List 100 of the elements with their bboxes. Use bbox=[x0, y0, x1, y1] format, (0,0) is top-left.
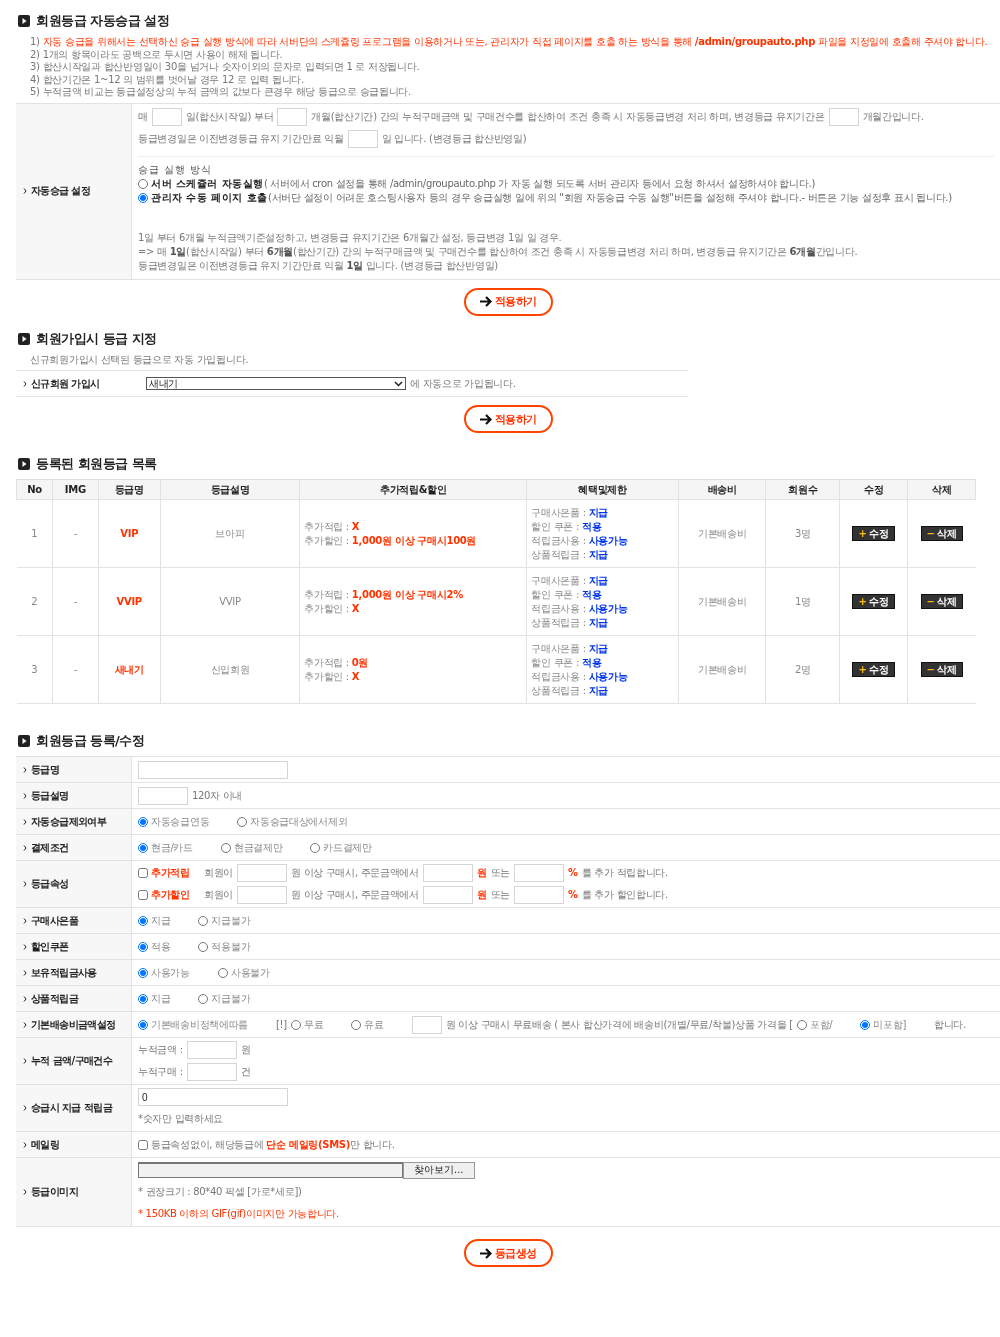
extra-text: 추가적립 : 1,000원 이상 구매시2% bbox=[304, 587, 464, 602]
benefit-text: 할인 쿠폰 : 적용 bbox=[531, 587, 603, 602]
radio-button[interactable] bbox=[138, 192, 148, 203]
option-label: 지급불가 bbox=[211, 992, 251, 1004]
input-field[interactable] bbox=[236, 886, 287, 904]
chevron-icon bbox=[23, 943, 27, 950]
radio-button[interactable] bbox=[138, 993, 148, 1004]
create-grade-button[interactable]: 등급생성 bbox=[463, 1239, 553, 1267]
option-label: 지급불가 bbox=[211, 914, 251, 926]
input-field[interactable] bbox=[138, 786, 188, 805]
form-text: 합니다. bbox=[934, 1018, 967, 1030]
edit-button[interactable]: + 수정 bbox=[852, 594, 895, 609]
input-field[interactable] bbox=[138, 760, 288, 779]
table-cell: 신입회원 bbox=[160, 635, 300, 704]
grade-name: VIP bbox=[98, 499, 161, 568]
field-label: 등급속성 bbox=[31, 877, 69, 891]
chevron-icon bbox=[23, 818, 27, 825]
example-text: => 매 1일(합산시작일) 부터 6개월(합산기간) 간의 누적구매금액 및 구매건수를 합산하여 조건 충족 시 자동등급변경 처리 하며, 변경등급 유지기간은 6개월간입니다. bbox=[138, 244, 859, 259]
radio-button[interactable] bbox=[237, 816, 248, 827]
radio-button[interactable] bbox=[138, 1019, 148, 1030]
radio-button[interactable] bbox=[220, 842, 231, 853]
edit-button[interactable]: + 수정 bbox=[852, 662, 895, 677]
apply-button[interactable]: 적용하기 bbox=[463, 287, 553, 316]
edit-button[interactable]: + 수정 bbox=[852, 526, 895, 541]
field-label: 구매사은품 bbox=[31, 913, 78, 928]
input-field[interactable] bbox=[186, 1063, 237, 1081]
option-note: ( 서버에서 cron 설정을 통해 /admin/groupauto.php 가 자동 실행 되도록 서버 관리자 등에서 요청 하셔서 설정하셔야 합니다.) bbox=[263, 177, 815, 189]
input-field[interactable] bbox=[513, 864, 564, 882]
option-label: 서버 스케쥴러 자동실행 bbox=[151, 177, 264, 189]
caret-icon bbox=[394, 380, 403, 387]
section-title: 등록된 회원등급 목록 bbox=[36, 455, 157, 473]
column-header: 추가적립&할인 bbox=[299, 479, 527, 500]
input-field[interactable] bbox=[347, 129, 378, 148]
chevron-icon bbox=[23, 792, 27, 799]
option-label: 적용 bbox=[151, 940, 171, 952]
input-field[interactable] bbox=[513, 886, 564, 904]
delete-button[interactable]: − 삭제 bbox=[920, 662, 963, 677]
grade-name: VVIP bbox=[98, 567, 161, 636]
radio-button[interactable] bbox=[138, 915, 148, 926]
input-field[interactable] bbox=[277, 107, 308, 126]
description-text: 신규회원가입시 선택된 등급으로 자동 가입됩니다. bbox=[30, 353, 249, 365]
section-icon bbox=[18, 458, 30, 470]
column-header: 등급설명 bbox=[160, 479, 300, 500]
radio-button[interactable] bbox=[198, 941, 209, 952]
checkbox[interactable] bbox=[138, 1139, 148, 1150]
table-cell: 3 bbox=[16, 635, 53, 704]
chevron-icon bbox=[23, 1105, 27, 1111]
radio-button[interactable] bbox=[138, 941, 148, 952]
form-text: 원 bbox=[240, 1044, 251, 1055]
section-title: 회원등급 자동승급 설정 bbox=[36, 12, 170, 30]
browse-button[interactable]: 찾아보기... bbox=[403, 1161, 475, 1179]
radio-button[interactable] bbox=[310, 842, 321, 853]
input-field[interactable]: 0 bbox=[138, 1088, 288, 1106]
option-label: 지급 bbox=[151, 992, 171, 1004]
form-text: 개월간입니다. bbox=[862, 110, 924, 122]
radio-button[interactable] bbox=[860, 1019, 871, 1030]
field-label: 보유적립금사용 bbox=[31, 965, 97, 980]
table-cell: 기본배송비 bbox=[678, 567, 766, 636]
table-cell: 3명 bbox=[765, 499, 840, 568]
radio-button[interactable] bbox=[138, 178, 148, 189]
column-header: 등급명 bbox=[98, 479, 161, 500]
arrow-icon bbox=[479, 1247, 493, 1259]
input-field[interactable] bbox=[828, 107, 859, 126]
radio-button[interactable] bbox=[198, 915, 209, 926]
input-field[interactable] bbox=[236, 864, 287, 882]
column-header: 수정 bbox=[839, 479, 908, 500]
option-label: 무료 bbox=[303, 1018, 324, 1030]
file-path-field[interactable] bbox=[138, 1162, 403, 1178]
input-field[interactable] bbox=[186, 1041, 237, 1059]
radio-button[interactable] bbox=[351, 1019, 362, 1030]
field-label: 승급시 지급 적립금 bbox=[31, 1101, 112, 1115]
input-field[interactable] bbox=[411, 1015, 442, 1034]
option-label: 포함/ bbox=[809, 1018, 833, 1030]
field-label: 자동승급 설정 bbox=[31, 184, 91, 198]
benefit-text: 상품적립금 : 지급 bbox=[531, 615, 610, 630]
form-text: * 권장크기 : 80*40 픽셀 [가로*세로]) bbox=[138, 1186, 302, 1197]
radio-button[interactable] bbox=[796, 1019, 807, 1030]
delete-button[interactable]: − 삭제 bbox=[920, 594, 963, 609]
input-field[interactable] bbox=[422, 886, 473, 904]
column-header: IMG bbox=[52, 479, 99, 500]
radio-button[interactable] bbox=[290, 1019, 301, 1030]
grade-dropdown[interactable]: 새내기 bbox=[146, 377, 406, 390]
radio-button[interactable] bbox=[138, 842, 148, 853]
section-title: 회원가입시 등급 지정 bbox=[36, 329, 157, 348]
section-icon bbox=[18, 735, 30, 747]
radio-button[interactable] bbox=[138, 967, 148, 978]
radio-button[interactable] bbox=[198, 993, 209, 1004]
input-field[interactable] bbox=[422, 864, 473, 882]
chevron-icon bbox=[23, 969, 27, 976]
table-cell: 1 bbox=[16, 499, 53, 568]
apply-button[interactable]: 적용하기 bbox=[463, 405, 553, 433]
input-field[interactable] bbox=[151, 107, 182, 126]
option-label: 현금결제만 bbox=[233, 841, 283, 853]
checkbox[interactable] bbox=[138, 890, 148, 900]
form-text: 건 bbox=[240, 1066, 251, 1077]
option-label: 자동승급연동 bbox=[151, 815, 210, 827]
radio-button[interactable] bbox=[217, 967, 228, 978]
delete-button[interactable]: − 삭제 bbox=[920, 526, 963, 541]
checkbox[interactable] bbox=[138, 868, 148, 878]
radio-button[interactable] bbox=[138, 816, 148, 827]
